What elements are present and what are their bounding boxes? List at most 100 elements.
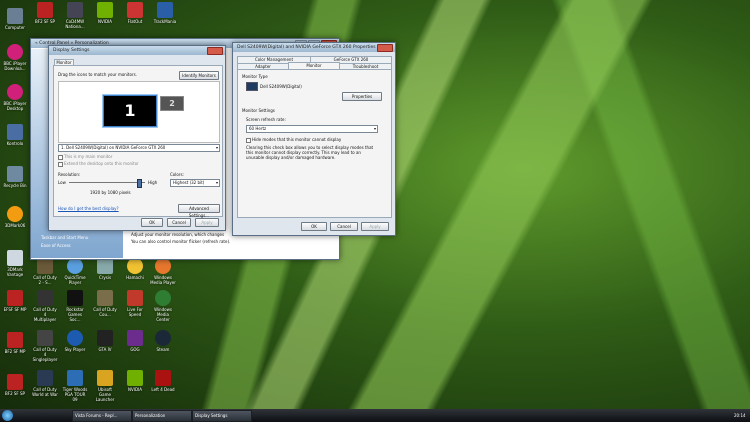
desktop-icon-3dmark-vantage[interactable]: 3DMark Vantage (2, 250, 28, 277)
desktop-grid-icon[interactable]: Left 4 Dead (150, 370, 176, 392)
desktop-grid-icon[interactable]: Steam (150, 330, 176, 352)
sidebar-link-ease-of-access[interactable]: Ease of Access (41, 243, 71, 248)
desktop-icon-recycle-bin[interactable]: Recycle Bin (2, 166, 28, 188)
cancel-button[interactable]: Cancel (167, 218, 191, 227)
monitor-settings-label: Monitor Settings (242, 108, 275, 113)
desktop-icon-bbc-desktop[interactable]: BBC iPlayer Desktop (2, 84, 28, 111)
monitor-1-tile[interactable]: 1 (102, 94, 158, 128)
battlefield-icon (7, 332, 23, 348)
desktop-grid-icon[interactable]: GOG (122, 330, 148, 352)
desktop-grid-icon[interactable]: Call of Duty 4 Singleplayer (32, 330, 58, 362)
monitor-tab-pane: Monitor Type Dell S2409W(Digital) Proper… (237, 69, 392, 218)
desktop-grid-icon[interactable]: Sky Player (62, 330, 88, 352)
close-button[interactable] (377, 44, 393, 52)
cod-icon (97, 290, 113, 306)
cod-icon (37, 258, 53, 274)
resolution-low-label: Low (58, 180, 66, 185)
personalization-text: You can also control monitor flicker (re… (131, 239, 231, 244)
display-settings-titlebar[interactable]: Display Settings (49, 46, 225, 55)
close-button[interactable] (207, 47, 223, 55)
control-panel-icon (7, 124, 23, 140)
ok-button[interactable]: OK (301, 222, 327, 231)
extend-desktop-label: Extend the desktop onto this monitor (64, 161, 139, 166)
ok-button[interactable]: OK (141, 218, 163, 227)
trackmania-icon (157, 2, 173, 18)
desktop-grid-icon[interactable]: QuickTime Player (62, 258, 88, 285)
resolution-value: 1920 by 1080 pixels (90, 190, 131, 195)
desktop-grid-icon[interactable]: Tiger Woods PGA TOUR 09 (62, 370, 88, 402)
3dmark-icon (7, 250, 23, 266)
desktop-icon-flatout[interactable]: FlatOut (122, 2, 148, 24)
monitor-select[interactable]: 1. Dell S2409W(Digital) on NVIDIA GeForc… (58, 144, 220, 152)
extend-desktop-checkbox[interactable] (58, 162, 63, 167)
resolution-slider[interactable] (69, 179, 145, 188)
start-button[interactable] (2, 410, 13, 421)
desktop-icon-bf2-mp[interactable]: BF2 SF MP (2, 332, 28, 354)
resolution-high-label: High (148, 180, 158, 185)
taskbar-item-personalization[interactable]: Personalization (132, 410, 192, 422)
help-link[interactable]: How do I get the best display? (58, 206, 119, 211)
desktop-icon-cod4[interactable]: CoD4MW Nationa... (62, 2, 88, 29)
monitor-pane: Drag the icons to match your monitors. I… (53, 65, 223, 218)
desktop-icon-bf2-sp[interactable]: BF2 SF SP (2, 374, 28, 396)
cod-icon (67, 2, 83, 18)
monitor-properties-button[interactable]: Properties (342, 92, 382, 101)
desktop-grid-icon[interactable]: Call of Duty 2 - S... (32, 258, 58, 285)
desktop-icon-computer[interactable]: Computer (2, 8, 28, 30)
sidebar-link-taskbar[interactable]: Taskbar and Start Menu (41, 235, 88, 240)
refresh-rate-label: Screen refresh rate: (246, 117, 286, 122)
tiger-woods-icon (67, 370, 83, 386)
desktop-icon-3dmark06[interactable]: 3DMark06 (2, 206, 28, 228)
hamachi-icon (127, 258, 143, 274)
desktop-grid-icon[interactable]: Rockstar Games Soc... (62, 290, 88, 322)
main-monitor-checkbox[interactable] (58, 155, 63, 160)
desktop-icon-trackmania[interactable]: TrackMania (152, 2, 178, 24)
recycle-bin-icon (7, 166, 23, 182)
hide-modes-label: Hide modes that this monitor cannot disp… (252, 137, 342, 142)
desktop-icon-efsf-mp[interactable]: EFSF SF MP (2, 290, 28, 312)
identify-monitors-button[interactable]: Identify Monitors (179, 71, 219, 80)
gog-icon (127, 330, 143, 346)
ubisoft-icon (97, 370, 113, 386)
cod-icon (37, 370, 53, 386)
desktop-grid-icon[interactable]: Call of Duty Cou... (92, 290, 118, 317)
cancel-button[interactable]: Cancel (330, 222, 358, 231)
hide-modes-checkbox[interactable] (246, 138, 251, 143)
monitor-name: Dell S2409W(Digital) (260, 84, 302, 89)
desktop-grid-icon[interactable]: Crysis (92, 258, 118, 280)
refresh-rate-select[interactable]: 60 Hertz (246, 125, 378, 133)
colors-label: Colors: (170, 172, 184, 177)
desktop-icon-nvidia-top[interactable]: NVIDIA (92, 2, 118, 24)
desktop-icon-kontrolo[interactable]: Kontrolo (2, 124, 28, 146)
nvidia-icon (97, 2, 113, 18)
media-center-icon (155, 290, 171, 306)
advanced-settings-button[interactable]: Advanced Settings... (178, 204, 220, 218)
media-player-icon (155, 258, 171, 274)
desktop-icon-bbc-download[interactable]: BBC iPlayer Downloa... (2, 44, 28, 71)
desktop-grid-icon[interactable]: NVIDIA (122, 370, 148, 392)
crysis-icon (97, 258, 113, 274)
properties-titlebar[interactable]: Dell S2409W(Digital) and NVIDIA GeForce … (233, 43, 395, 52)
3dmark-icon (7, 206, 23, 222)
desktop-grid-icon[interactable]: Call of Duty World at War (32, 370, 58, 397)
desktop-grid-icon[interactable]: Windows Media Center (150, 290, 176, 322)
system-clock[interactable]: 20:14 (734, 413, 746, 418)
monitor-2-tile[interactable]: 2 (160, 96, 184, 111)
colors-select[interactable]: Highest (32 bit) (170, 179, 220, 187)
desktop-grid-icon[interactable]: Ubisoft Game Launcher (92, 370, 118, 402)
resolution-slider-thumb[interactable] (136, 179, 142, 188)
desktop-grid-icon[interactable]: GTA IV (92, 330, 118, 352)
desktop-grid-icon[interactable]: Windows Media Player (150, 258, 176, 285)
desktop-icon-bf2-sf-sp[interactable]: BF2 SF SP (32, 2, 58, 24)
taskbar-item-display-settings[interactable]: Display Settings (192, 410, 252, 422)
apply-button[interactable]: Apply (361, 222, 389, 231)
flatout-icon (127, 2, 143, 18)
desktop-grid-icon[interactable]: Call of Duty 4 Multiplayer (32, 290, 58, 322)
battlefield-icon (7, 290, 23, 306)
desktop-grid-icon[interactable]: Live For Speed (122, 290, 148, 317)
desktop-grid-icon[interactable]: Hamachi (122, 258, 148, 280)
taskbar-item-vista-forums[interactable]: Vista Forums - Repl... (72, 410, 132, 422)
apply-button[interactable]: Apply (195, 218, 219, 227)
bbc-iplayer-icon (7, 44, 23, 60)
window-buttons (377, 44, 393, 52)
